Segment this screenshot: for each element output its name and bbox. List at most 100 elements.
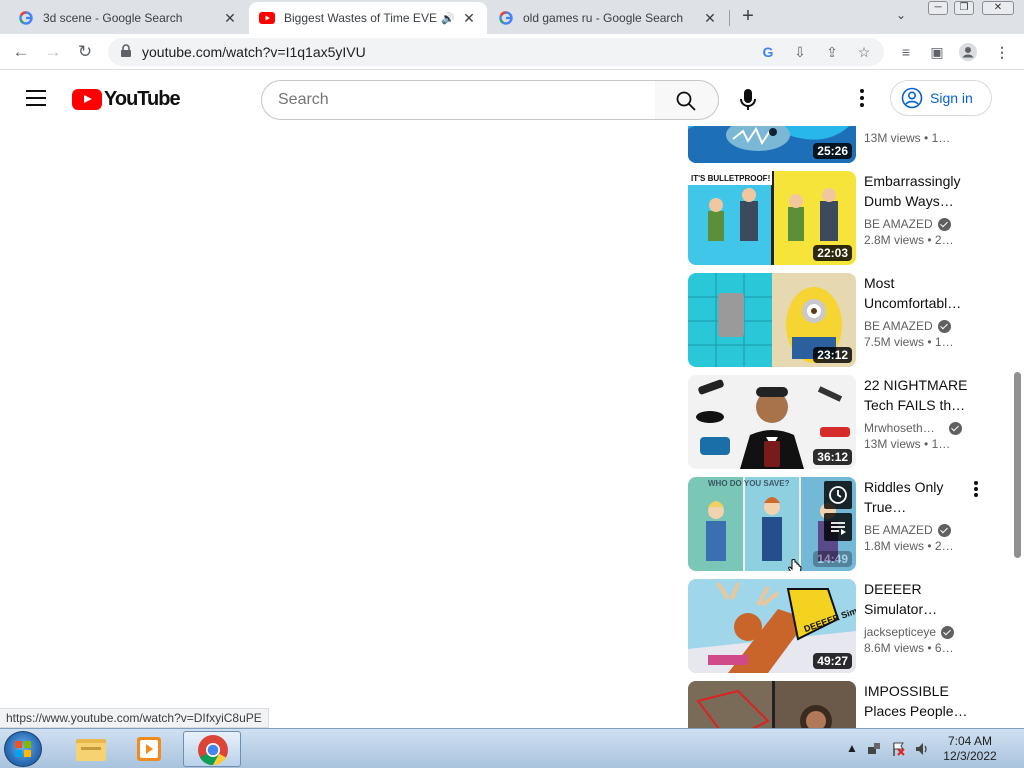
upload-age: 1… <box>931 131 951 145</box>
video-thumbnail[interactable] <box>688 681 856 728</box>
taskbar-chrome[interactable] <box>183 731 241 767</box>
youtube-logo[interactable]: YouTube <box>72 88 181 111</box>
recommendations-list: 25:26 13M views • 1… IT'S BULLETPROOF! 2… <box>0 126 1024 728</box>
windows-logo-icon <box>15 741 31 757</box>
view-count: 13M views <box>864 437 921 451</box>
video-thumbnail[interactable]: IT'S BULLETPROOF! 22:03 <box>688 171 856 265</box>
bookmark-star-icon[interactable]: ☆ <box>854 42 874 62</box>
media-player-icon <box>137 737 161 761</box>
close-window-icon[interactable]: ✕ <box>982 1 1014 15</box>
google-icon <box>498 10 514 26</box>
video-meta: Most Uncomfortabl… BE AMAZED 7.5M views … <box>864 273 968 353</box>
list-item[interactable]: IMPOSSIBLE Places People… <box>688 681 1008 728</box>
scrollbar-thumb[interactable] <box>1014 372 1021 558</box>
list-item[interactable]: DEEEER Simulator 49:27 DEEEER Simulator…… <box>688 579 1008 673</box>
tab-3d-scene[interactable]: 3d scene - Google Search ✕ <box>8 2 248 34</box>
settings-more-icon[interactable] <box>850 86 874 110</box>
chrome-icon <box>198 735 228 765</box>
tab-close-icon[interactable]: ✕ <box>461 10 477 26</box>
video-title[interactable]: Embarrassingly Dumb Ways… <box>864 171 968 211</box>
video-meta: DEEEER Simulator… jacksepticeye 8.6M vie… <box>864 579 968 659</box>
video-title[interactable]: Riddles Only True… <box>864 477 968 517</box>
install-app-icon[interactable]: ⇩ <box>790 42 810 62</box>
list-item[interactable]: IT'S BULLETPROOF! 22:03 Embarrassingly D… <box>688 171 1008 265</box>
list-item[interactable]: 23:12 Most Uncomfortabl… BE AMAZED 7.5M … <box>688 273 1008 367</box>
voice-search-button[interactable] <box>731 83 765 117</box>
video-thumbnail[interactable]: 36:12 <box>688 375 856 469</box>
view-stats: 2.8M views • 2… <box>864 233 954 247</box>
audio-playing-icon[interactable]: 🔊 <box>441 12 455 25</box>
video-thumbnail[interactable]: 25:26 <box>688 126 856 163</box>
channel-name[interactable]: BE AMAZED <box>864 521 968 539</box>
channel-label[interactable]: jacksepticeye <box>864 625 936 639</box>
list-item[interactable]: WHO DO YOU SAVE? 14:49 Riddles Only True… <box>688 477 1008 571</box>
new-tab-icon[interactable]: + <box>738 6 758 26</box>
forward-arrow-icon[interactable]: → <box>41 40 65 64</box>
taskbar-explorer[interactable] <box>62 731 120 767</box>
video-title[interactable]: 22 NIGHTMARE Tech FAILS th… <box>864 375 968 415</box>
channel-label[interactable]: Mrwhoseth… <box>864 421 935 435</box>
tab-close-icon[interactable]: ✕ <box>222 10 238 26</box>
channel-label[interactable]: BE AMAZED <box>864 217 933 231</box>
tab-close-icon[interactable]: ✕ <box>702 10 718 26</box>
channel-label[interactable]: BE AMAZED <box>864 319 933 333</box>
channel-name[interactable]: BE AMAZED <box>864 317 968 335</box>
action-menu-icon[interactable] <box>968 479 984 499</box>
chrome-menu-icon[interactable]: ⋮ <box>992 42 1012 62</box>
folder-icon <box>76 739 106 761</box>
video-thumbnail[interactable]: DEEEER Simulator 49:27 <box>688 579 856 673</box>
taskbar-media-player[interactable] <box>121 731 179 767</box>
address-bar[interactable]: youtube.com/watch?v=I1q1ax5yIVU G ⇩ ⇪ ☆ <box>108 38 884 66</box>
tab-old-games[interactable]: old games ru - Google Search ✕ <box>488 2 728 34</box>
google-lens-icon[interactable]: G <box>758 42 778 62</box>
search-button[interactable] <box>655 80 719 120</box>
profile-icon[interactable] <box>958 42 978 62</box>
thumbnail-caption: WHO DO YOU SAVE? <box>708 479 790 488</box>
video-thumbnail[interactable]: WHO DO YOU SAVE? 14:49 <box>688 477 856 571</box>
list-item[interactable]: 25:26 13M views • 1… <box>688 126 1008 163</box>
minimize-icon[interactable]: ─ <box>928 1 948 15</box>
sign-in-button[interactable]: Sign in <box>890 80 992 116</box>
tab-search-chevron-icon[interactable]: ⌄ <box>896 8 906 22</box>
back-arrow-icon[interactable]: ← <box>9 40 33 64</box>
youtube-play-icon <box>72 89 102 110</box>
view-count: 7.5M views <box>864 335 925 349</box>
upload-age: 6… <box>934 641 954 655</box>
side-panel-icon[interactable]: ▣ <box>927 42 947 62</box>
search-input[interactable] <box>262 81 655 119</box>
video-title[interactable]: IMPOSSIBLE Places People… <box>864 681 968 721</box>
channel-label[interactable]: BE AMAZED <box>864 523 933 537</box>
tab-divider <box>729 10 730 26</box>
share-icon[interactable]: ⇪ <box>822 42 842 62</box>
volume-icon[interactable] <box>914 741 930 760</box>
channel-name[interactable]: BE AMAZED <box>864 215 968 233</box>
network-icon[interactable] <box>866 741 882 760</box>
verified-check-icon <box>941 625 955 639</box>
video-title[interactable]: Most Uncomfortabl… <box>864 273 968 313</box>
restore-icon[interactable]: ❐ <box>954 1 974 15</box>
video-thumbnail[interactable]: 23:12 <box>688 273 856 367</box>
watch-later-button[interactable] <box>824 481 852 509</box>
add-to-queue-button[interactable] <box>824 513 852 541</box>
media-control-icon[interactable]: ≡ <box>896 42 916 62</box>
tab-biggest-wastes[interactable]: Biggest Wastes of Time EVER 🔊 ✕ <box>249 2 487 34</box>
video-title[interactable]: DEEEER Simulator… <box>864 579 968 619</box>
queue-icon <box>831 522 846 535</box>
reload-icon[interactable]: ↻ <box>73 40 97 64</box>
upload-age: 1… <box>934 335 954 349</box>
url-text[interactable]: youtube.com/watch?v=I1q1ax5yIVU <box>142 44 366 60</box>
search-icon <box>676 91 696 111</box>
system-clock[interactable]: 7:04 AM 12/3/2022 <box>930 734 1010 764</box>
channel-name[interactable]: Mrwhoseth… <box>864 419 968 437</box>
channel-name[interactable]: jacksepticeye <box>864 623 968 641</box>
start-button[interactable] <box>4 731 42 767</box>
view-stats: 1.8M views • 2… <box>864 539 954 553</box>
action-center-flag-icon[interactable] <box>891 741 907 760</box>
hamburger-menu-icon[interactable] <box>26 90 46 106</box>
list-item[interactable]: 36:12 22 NIGHTMARE Tech FAILS th… Mrwhos… <box>688 375 1008 469</box>
lock-icon[interactable] <box>120 44 132 58</box>
verified-check-icon <box>937 217 951 231</box>
view-count: 2.8M views <box>864 233 925 247</box>
verified-check-icon <box>937 319 951 333</box>
show-hidden-icons-icon[interactable]: ▲ <box>846 741 858 755</box>
